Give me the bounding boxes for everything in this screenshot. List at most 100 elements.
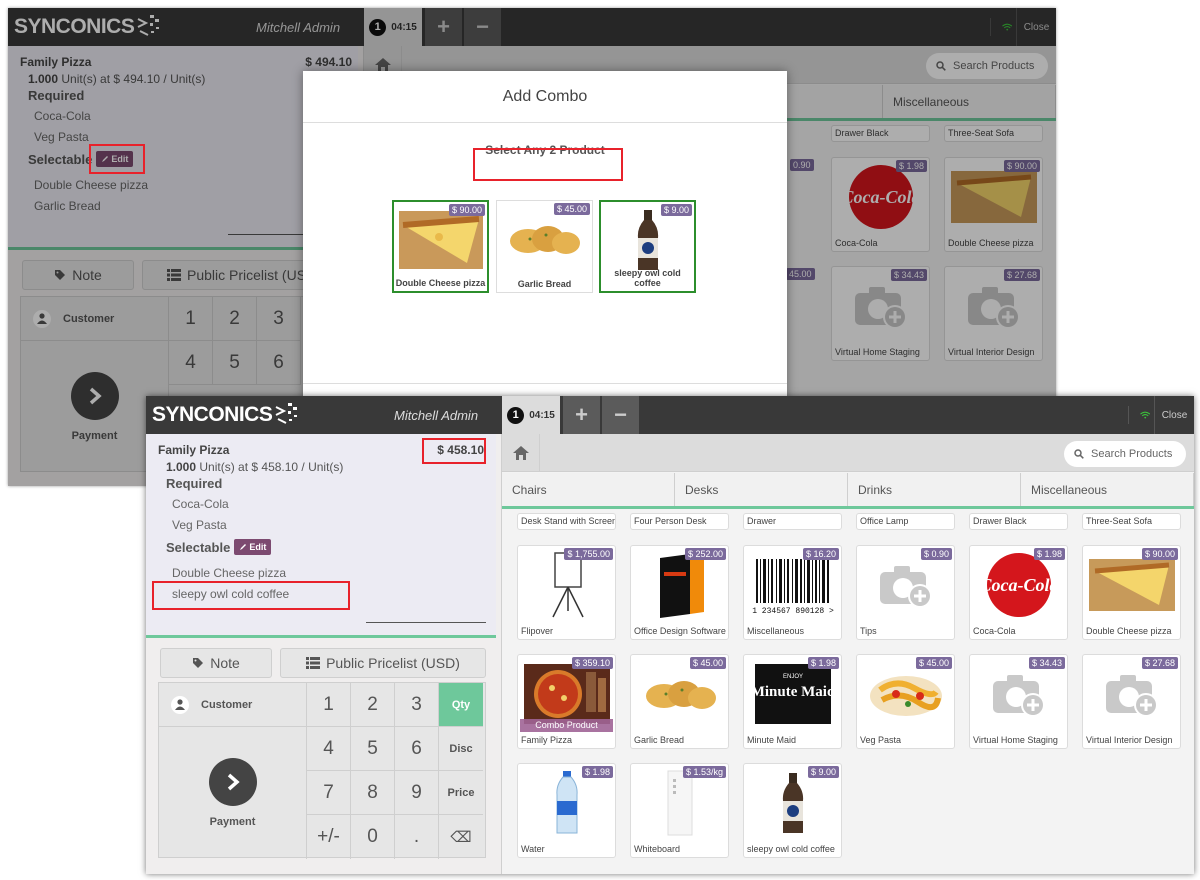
product-card[interactable]: Four Person Desk	[630, 513, 729, 530]
numpad-key-7[interactable]: 7	[307, 771, 351, 815]
product-card-coca-cola[interactable]: Coca-Cola $ 1.98 Coca-Cola	[969, 545, 1068, 640]
product-card-water[interactable]: $ 1.98 Water	[517, 763, 616, 858]
numpad-key-5[interactable]: 5	[351, 727, 395, 771]
product-card-veg-pasta[interactable]: $ 45.00 Veg Pasta	[856, 654, 955, 749]
product-card-garlic-bread[interactable]: $ 45.00 Garlic Bread	[630, 654, 729, 749]
combo-option-price: $ 9.00	[660, 204, 692, 216]
product-price: $ 252.00	[684, 548, 726, 560]
coffee-bottle-image	[748, 768, 837, 838]
product-name: Coca-Cola	[973, 626, 1016, 636]
search-placeholder: Search Products	[1091, 448, 1173, 460]
product-card-virtual-interior-design[interactable]: $ 27.68 Virtual Interior Design	[1082, 654, 1181, 749]
product-card[interactable]: Drawer Black	[969, 513, 1068, 530]
camera-icon	[974, 659, 1063, 729]
product-name: Miscellaneous	[747, 626, 805, 636]
category-misc[interactable]: Miscellaneous	[1021, 473, 1194, 506]
qty-mode-button[interactable]: Qty	[439, 683, 483, 727]
product-name: Three-Seat Sofa	[1086, 516, 1153, 526]
numpad-key-3[interactable]: 3	[395, 683, 439, 727]
pizza-image	[1087, 550, 1176, 620]
payment-button[interactable]: Payment	[159, 727, 307, 859]
note-button[interactable]: Note	[160, 648, 272, 678]
numpad: Customer Payment 1 2 3 Qty 4 5 6 Disc 7 …	[158, 682, 486, 859]
brand-logo: SYNCONICS	[152, 400, 300, 430]
user-name[interactable]: Mitchell Admin	[394, 408, 478, 423]
category-drinks[interactable]: Drinks	[848, 473, 1021, 506]
product-name: Desk Stand with Screen	[521, 516, 616, 526]
order-tab[interactable]: 1 04:15	[502, 396, 560, 434]
product-name: Flipover	[521, 626, 554, 636]
numpad-key-8[interactable]: 8	[351, 771, 395, 815]
list-icon	[306, 657, 321, 669]
product-card[interactable]: Desk Stand with Screen	[517, 513, 616, 530]
product-name: Minute Maid	[747, 735, 797, 745]
product-name: Virtual Interior Design	[1086, 735, 1173, 745]
product-name: Drawer	[747, 516, 777, 526]
edit-combo-button[interactable]: Edit	[234, 539, 272, 555]
backspace-icon[interactable]: ⌫	[439, 815, 483, 859]
product-card[interactable]: Office Lamp	[856, 513, 955, 530]
pos-screen-updated-order: SYNCONICS Mitchell Admin 1 04:15 + − Clo…	[146, 396, 1194, 874]
combo-option-name: Double Cheese pizza	[395, 278, 486, 288]
product-card-tips[interactable]: $ 0.90 Tips	[856, 545, 955, 640]
product-name: Tips	[860, 626, 877, 636]
product-card[interactable]: Three-Seat Sofa	[1082, 513, 1181, 530]
pricelist-button[interactable]: Public Pricelist (USD)	[280, 648, 486, 678]
note-label: Note	[210, 655, 240, 671]
remove-order-button[interactable]: −	[601, 396, 639, 434]
product-card[interactable]: Drawer	[743, 513, 842, 530]
product-card-office-software[interactable]: $ 252.00 Office Design Software	[630, 545, 729, 640]
numpad-key-2[interactable]: 2	[351, 683, 395, 727]
combo-option-sleepy-owl-coffee[interactable]: $ 9.00 sleepy owl cold coffee	[599, 200, 696, 293]
combo-option-price: $ 90.00	[448, 204, 485, 216]
coca-cola-image: Coca-Cola	[974, 550, 1063, 620]
whiteboard-image	[635, 768, 724, 838]
order-time: 04:15	[529, 409, 555, 421]
category-chairs[interactable]: Chairs	[502, 473, 675, 506]
logo-mark-icon	[275, 403, 298, 424]
product-card-family-pizza[interactable]: $ 359.10 Combo Product Family Pizza	[517, 654, 616, 749]
product-name: Garlic Bread	[634, 735, 685, 745]
combo-option-double-cheese-pizza[interactable]: $ 90.00 Double Cheese pizza	[392, 200, 489, 293]
product-card-whiteboard[interactable]: $ 1.53/kg Whiteboard	[630, 763, 729, 858]
product-card-flipover[interactable]: $ 1,755.00 Flipover	[517, 545, 616, 640]
category-desks[interactable]: Desks	[675, 473, 848, 506]
dialog-subtitle: Select Any 2 Product	[485, 143, 605, 157]
search-input[interactable]: Search Products	[1064, 441, 1186, 467]
home-icon[interactable]	[502, 434, 540, 472]
order-line-unit: Unit(s) at $ 458.10 / Unit(s)	[199, 460, 344, 474]
customer-button[interactable]: Customer	[159, 683, 307, 727]
product-name: Double Cheese pizza	[1086, 626, 1172, 636]
summary-divider	[366, 622, 486, 623]
add-order-button[interactable]: +	[562, 396, 600, 434]
product-card-double-cheese-pizza[interactable]: $ 90.00 Double Cheese pizza	[1082, 545, 1181, 640]
product-card-miscellaneous[interactable]: 1 234567 890128 > $ 16.20 Miscellaneous	[743, 545, 842, 640]
product-card-virtual-home-staging[interactable]: $ 34.43 Virtual Home Staging	[969, 654, 1068, 749]
numpad-key-0[interactable]: 0	[351, 815, 395, 859]
numpad-key-plus-minus[interactable]: +/-	[307, 815, 351, 859]
customer-label: Customer	[201, 698, 253, 711]
disc-mode-button[interactable]: Disc	[439, 727, 483, 771]
brand-text: SYNCONICS	[152, 403, 273, 426]
order-number: 1	[507, 406, 525, 424]
numpad-key-9[interactable]: 9	[395, 771, 439, 815]
price-mode-button[interactable]: Price	[439, 771, 483, 815]
numpad-key-6[interactable]: 6	[395, 727, 439, 771]
numpad-key-4[interactable]: 4	[307, 727, 351, 771]
numpad-key-decimal[interactable]: .	[395, 815, 439, 859]
combo-option-name: sleepy owl cold coffee	[614, 268, 681, 288]
product-card-sleepy-owl-coffee[interactable]: $ 9.00 sleepy owl cold coffee	[743, 763, 842, 858]
product-name: Veg Pasta	[860, 735, 902, 745]
chevron-right-icon	[208, 758, 257, 806]
pizza-image	[398, 206, 484, 274]
order-line-info: 1.000 Unit(s) at $ 458.10 / Unit(s)	[166, 460, 343, 474]
product-price: $ 90.00	[1141, 548, 1178, 560]
order-line[interactable]: Family Pizza $ 458.10 1.000 Unit(s) at $…	[146, 434, 496, 638]
combo-option-garlic-bread[interactable]: $ 45.00 Garlic Bread	[496, 200, 593, 293]
combo-option-price: $ 45.00	[553, 203, 590, 215]
product-card-minute-maid[interactable]: ENJOY Minute Maid $ 1.98 Minute Maid	[743, 654, 842, 749]
product-price: $ 45.00	[915, 657, 952, 669]
product-price: $ 27.68	[1141, 657, 1178, 669]
numpad-key-1[interactable]: 1	[307, 683, 351, 727]
close-button[interactable]: Close	[1154, 396, 1194, 434]
